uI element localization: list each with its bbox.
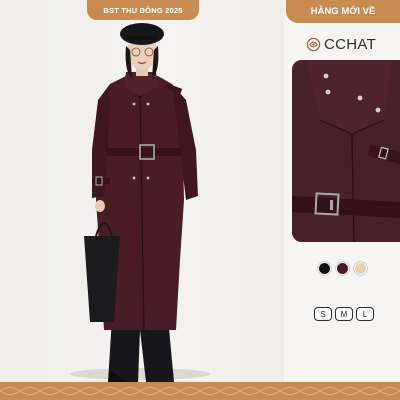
color-swatch-black[interactable] <box>318 262 331 275</box>
new-arrivals-badge: HÀNG MỚI VỀ <box>286 0 400 23</box>
collection-badge: BST THU ĐÔNG 2025 <box>87 0 199 20</box>
coat-detail-closeup <box>292 60 400 242</box>
closeup-illustration <box>292 60 400 242</box>
size-options: S M L <box>314 307 374 321</box>
color-options <box>318 262 367 275</box>
model-photo <box>0 0 284 382</box>
brand-logo: CCHAT <box>306 36 376 53</box>
brand-name: CCHAT <box>324 36 377 53</box>
ornament-pattern <box>0 387 400 395</box>
size-option-m[interactable]: M <box>335 307 353 321</box>
size-option-s[interactable]: S <box>314 307 332 321</box>
color-swatch-beige[interactable] <box>354 262 367 275</box>
knot-logo-icon <box>306 37 321 52</box>
size-option-l[interactable]: L <box>356 307 374 321</box>
footer-pattern-bar <box>0 382 400 400</box>
model-illustration <box>70 23 210 382</box>
color-swatch-burgundy[interactable] <box>336 262 349 275</box>
